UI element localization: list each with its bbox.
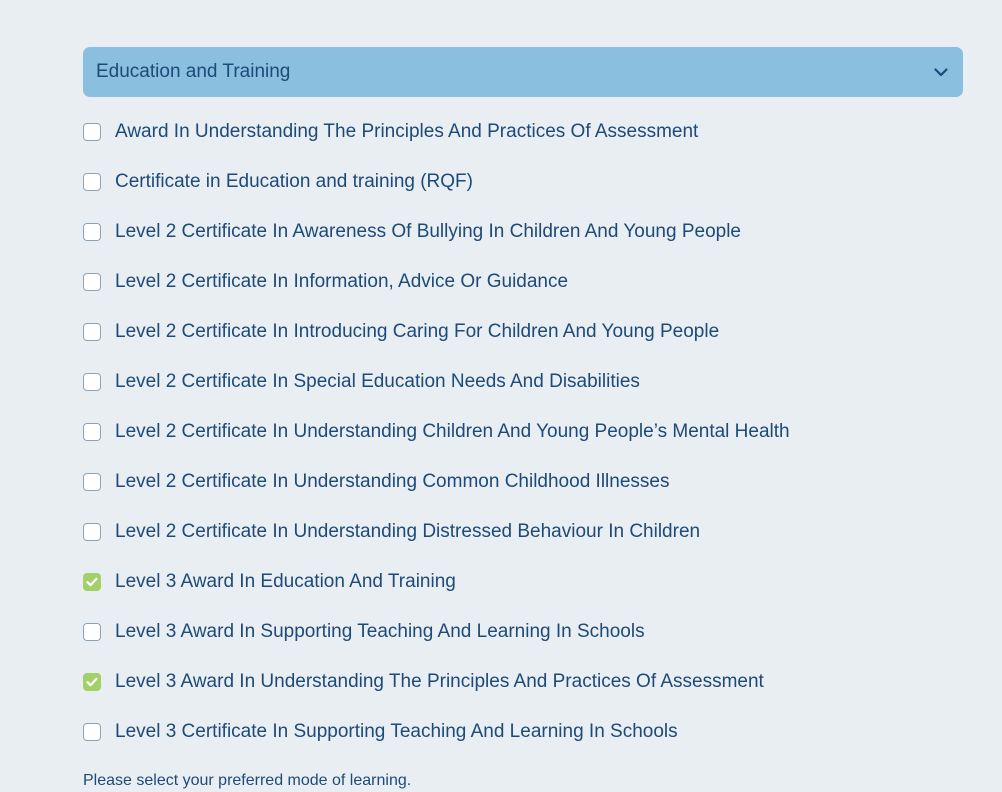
course-option[interactable]: Level 2 Certificate In Information, Advi… bbox=[83, 257, 963, 307]
course-option-label: Level 2 Certificate In Special Education… bbox=[115, 371, 640, 392]
course-option[interactable]: Level 3 Award In Understanding The Princ… bbox=[83, 657, 963, 707]
checkbox[interactable] bbox=[83, 423, 101, 441]
course-option-label: Level 2 Certificate In Information, Advi… bbox=[115, 271, 569, 292]
course-option[interactable]: Level 2 Certificate In Special Education… bbox=[83, 357, 963, 407]
course-selection-panel: Education and Training Award In Understa… bbox=[0, 0, 1002, 792]
checkbox[interactable] bbox=[83, 373, 101, 391]
course-option[interactable]: Level 2 Certificate In Understanding Chi… bbox=[83, 407, 963, 457]
course-option-label: Level 2 Certificate In Understanding Dis… bbox=[115, 521, 701, 542]
learning-mode-hint: Please select your preferred mode of lea… bbox=[83, 772, 412, 789]
course-option-label: Level 3 Award In Supporting Teaching And… bbox=[115, 621, 645, 642]
course-option-label: Award In Understanding The Principles An… bbox=[115, 121, 699, 142]
checkbox[interactable] bbox=[83, 623, 101, 641]
course-option-label: Certificate in Education and training (R… bbox=[115, 171, 473, 192]
course-option-label: Level 2 Certificate In Introducing Carin… bbox=[115, 321, 720, 342]
checkbox[interactable] bbox=[83, 223, 101, 241]
checkbox[interactable] bbox=[83, 523, 101, 541]
course-option[interactable]: Level 3 Award In Education And Training bbox=[83, 557, 963, 607]
checkbox[interactable] bbox=[83, 123, 101, 141]
checkbox[interactable] bbox=[83, 173, 101, 191]
checkbox[interactable] bbox=[83, 473, 101, 491]
checkmark-icon bbox=[86, 577, 98, 587]
course-option-label: Level 2 Certificate In Awareness Of Bull… bbox=[115, 221, 741, 242]
course-option-label: Level 2 Certificate In Understanding Chi… bbox=[115, 421, 790, 442]
course-option-label: Level 3 Award In Understanding The Princ… bbox=[115, 671, 764, 692]
course-option[interactable]: Award In Understanding The Principles An… bbox=[83, 107, 963, 157]
course-option[interactable]: Level 2 Certificate In Introducing Carin… bbox=[83, 307, 963, 357]
chevron-down-icon[interactable] bbox=[932, 63, 950, 81]
course-option[interactable]: Level 2 Certificate In Understanding Dis… bbox=[83, 507, 963, 557]
course-option[interactable]: Certificate in Education and training (R… bbox=[83, 157, 963, 207]
checkbox-checked[interactable] bbox=[83, 573, 101, 591]
checkbox[interactable] bbox=[83, 323, 101, 341]
category-dropdown[interactable]: Education and Training bbox=[83, 47, 963, 97]
course-option-label: Level 3 Award In Education And Training bbox=[115, 571, 456, 592]
course-options-list: Award In Understanding The Principles An… bbox=[83, 107, 963, 757]
course-option-label: Level 2 Certificate In Understanding Com… bbox=[115, 471, 670, 492]
course-option[interactable]: Level 3 Certificate In Supporting Teachi… bbox=[83, 707, 963, 757]
course-option[interactable]: Level 2 Certificate In Awareness Of Bull… bbox=[83, 207, 963, 257]
course-option[interactable]: Level 3 Award In Supporting Teaching And… bbox=[83, 607, 963, 657]
checkbox[interactable] bbox=[83, 273, 101, 291]
category-dropdown-label: Education and Training bbox=[96, 61, 291, 82]
course-option-label: Level 3 Certificate In Supporting Teachi… bbox=[115, 721, 678, 742]
checkbox-checked[interactable] bbox=[83, 673, 101, 691]
checkbox[interactable] bbox=[83, 723, 101, 741]
course-option[interactable]: Level 2 Certificate In Understanding Com… bbox=[83, 457, 963, 507]
checkmark-icon bbox=[86, 677, 98, 687]
